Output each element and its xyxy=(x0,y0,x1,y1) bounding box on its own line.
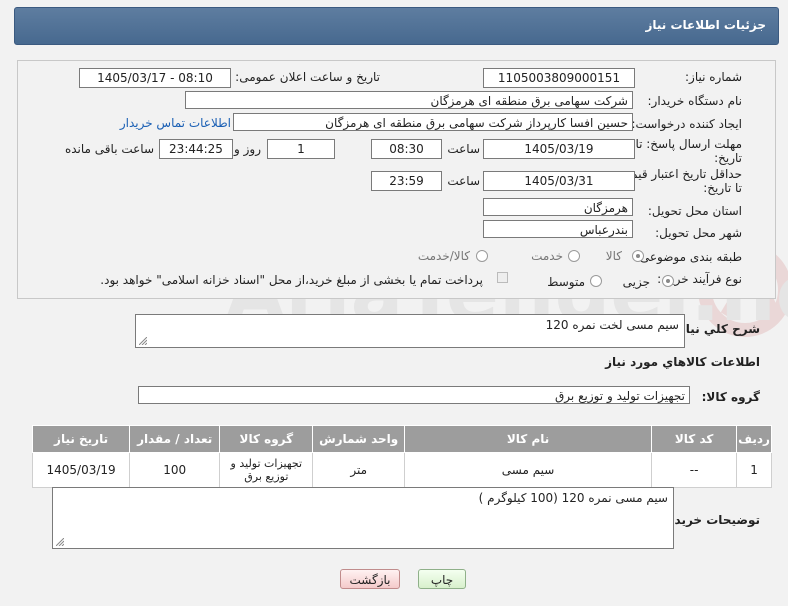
print-button[interactable]: چاپ xyxy=(418,569,466,589)
province-field: هرمزگان xyxy=(483,198,633,216)
col-row: ردیف xyxy=(736,425,772,453)
category-option-service: خدمت xyxy=(531,249,563,263)
buyer-org-label: نام دستگاه خریدار: xyxy=(647,94,743,108)
category-radio-goods[interactable] xyxy=(632,250,644,262)
col-group: گروه کالا xyxy=(219,425,314,453)
days-label: روز و xyxy=(234,142,261,156)
need-number-label: شماره نیاز: xyxy=(685,70,742,84)
resize-grip-icon[interactable] xyxy=(56,538,64,546)
deadline-date-field: 1405/03/19 xyxy=(483,139,635,159)
treasury-checkbox[interactable] xyxy=(497,272,508,283)
announce-field: 1405/03/17 - 08:10 xyxy=(79,68,231,88)
city-field: بندرعباس xyxy=(483,220,633,238)
page-title: جزئیات اطلاعات نیاز xyxy=(645,18,766,32)
cell-code: -- xyxy=(651,452,738,488)
category-radio-service[interactable] xyxy=(568,250,580,262)
col-date: تاریخ نیاز xyxy=(31,425,131,453)
process-option-minor: جزیی xyxy=(622,275,650,289)
table-header-row: ردیف کد کالا نام کالا واحد شمارش گروه کا… xyxy=(31,425,772,453)
col-quantity: تعداد / مقدار xyxy=(129,425,221,453)
process-option-medium: متوسط xyxy=(547,275,585,289)
remaining-label: ساعت باقی مانده xyxy=(64,142,154,156)
validity-label-2: تا تاریخ: xyxy=(703,181,742,195)
goods-group-field: تجهیزات تولید و توزیع برق xyxy=(138,386,690,404)
buyer-org-field: شرکت سهامی برق منطقه ای هرمزگان xyxy=(185,91,633,109)
validity-time-field: 23:59 xyxy=(371,171,442,191)
col-code: کد کالا xyxy=(651,425,738,453)
remaining-time-field: 23:44:25 xyxy=(159,139,233,159)
back-button[interactable]: بازگشت xyxy=(340,569,400,589)
process-radio-minor[interactable] xyxy=(662,275,674,287)
validity-date-field: 1405/03/31 xyxy=(483,171,635,191)
category-radio-both[interactable] xyxy=(476,250,488,262)
process-radio-medium[interactable] xyxy=(590,275,602,287)
col-name: نام کالا xyxy=(403,425,653,453)
col-unit: واحد شمارش xyxy=(312,425,405,453)
deadline-label: مهلت ارسال پاسخ: تا xyxy=(635,137,742,151)
category-option-goods: کالا xyxy=(605,249,622,263)
days-field: 1 xyxy=(267,139,335,159)
category-option-both: کالا/خدمت xyxy=(417,249,470,263)
announce-label: تاریخ و ساعت اعلان عمومی: xyxy=(235,70,380,84)
requester-label: ایجاد کننده درخواست: xyxy=(631,117,742,131)
contact-buyer-link[interactable]: اطلاعات تماس خریدار xyxy=(120,116,231,130)
summary-field: سیم مسی لخت نمره 120 xyxy=(135,314,685,348)
category-label: طبقه بندی موضوعی: xyxy=(635,250,742,264)
goods-table: ردیف کد کالا نام کالا واحد شمارش گروه کا… xyxy=(31,425,772,488)
need-number-field: 1105003809000151 xyxy=(483,68,635,88)
page-header: جزئیات اطلاعات نیاز xyxy=(14,7,779,45)
goods-group-label: گروه کالا: xyxy=(701,390,760,404)
cell-row: 1 xyxy=(736,452,772,488)
cell-name: سیم مسی xyxy=(403,452,653,488)
deadline-time-field: 08:30 xyxy=(371,139,442,159)
buyer-notes-field: سیم مسی نمره 120 (100 کیلوگرم ) xyxy=(52,487,674,549)
cell-group: تجهیزات تولید و توزیع برق xyxy=(219,452,314,488)
province-label: استان محل تحویل: xyxy=(647,204,742,218)
deadline-label-2: تاریخ: xyxy=(714,151,742,165)
validity-time-label: ساعت xyxy=(447,174,480,188)
goods-section-title: اطلاعات کالاهاي مورد نياز xyxy=(605,355,760,369)
cell-date: 1405/03/19 xyxy=(31,452,131,488)
payment-note: پرداخت تمام یا بخشی از مبلغ خرید،از محل … xyxy=(100,273,483,287)
deadline-time-label: ساعت xyxy=(447,142,480,156)
table-row: 1 -- سیم مسی متر تجهیزات تولید و توزیع ب… xyxy=(31,452,772,488)
cell-unit: متر xyxy=(312,452,405,488)
city-label: شهر محل تحویل: xyxy=(655,226,742,240)
cell-quantity: 100 xyxy=(129,452,221,488)
requester-field: حسین افسا کارپرداز شرکت سهامی برق منطقه … xyxy=(233,113,633,131)
resize-grip-icon[interactable] xyxy=(139,337,147,345)
summary-label: شرح کلي نياز: xyxy=(674,322,760,336)
